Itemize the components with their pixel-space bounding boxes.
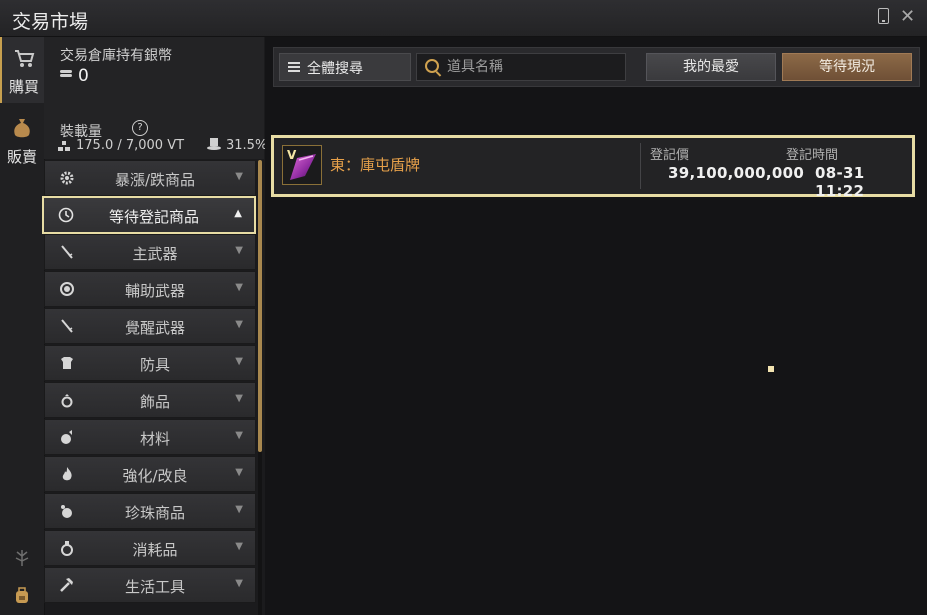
title-bar: 交易市場 ✕ bbox=[0, 0, 927, 37]
time-header: 登記時間 bbox=[786, 148, 839, 163]
ring-icon bbox=[61, 394, 73, 408]
window-title: 交易市場 bbox=[12, 11, 89, 33]
chevron-down-icon: ▼ bbox=[235, 356, 243, 367]
tab-buy[interactable]: 購買 bbox=[0, 37, 46, 103]
weight-stack-icon bbox=[207, 138, 221, 150]
flame-icon bbox=[62, 467, 72, 481]
tab-sell[interactable]: 販賣 bbox=[0, 107, 44, 173]
phone-icon[interactable] bbox=[878, 8, 889, 24]
category-pearl-items[interactable]: 珍珠商品 ▼ bbox=[44, 493, 256, 529]
category-label: 輔助武器 bbox=[124, 282, 185, 300]
chevron-up-icon: ▲ bbox=[234, 208, 242, 219]
close-icon[interactable]: ✕ bbox=[900, 6, 915, 27]
category-accessory[interactable]: 飾品 ▼ bbox=[44, 382, 256, 418]
tree-icon[interactable] bbox=[12, 548, 32, 568]
silver-value: 0 bbox=[78, 66, 89, 86]
backpack-icon[interactable] bbox=[12, 585, 32, 605]
sword-icon bbox=[61, 319, 73, 333]
category-armor[interactable]: 防具 ▼ bbox=[44, 345, 256, 381]
category-label: 飾品 bbox=[139, 393, 170, 411]
main-panel: 全體搜尋 我的最愛 等待現況 V 東：庫屯盾牌 登記價 39,100,000 bbox=[265, 37, 927, 615]
material-icon bbox=[61, 430, 72, 444]
favorites-button[interactable]: 我的最愛 bbox=[646, 53, 776, 81]
chevron-down-icon: ▼ bbox=[235, 541, 243, 552]
time-value: 08-31 11:22 bbox=[815, 164, 865, 200]
category-hot-items[interactable]: 暴漲/跌商品 ▼ bbox=[44, 160, 256, 196]
tab-buy-label: 購買 bbox=[8, 78, 39, 96]
category-label: 防具 bbox=[139, 356, 170, 374]
coins-icon bbox=[60, 70, 72, 80]
chevron-down-icon: ▼ bbox=[235, 171, 243, 182]
weight-percent: 31.5% bbox=[226, 138, 268, 153]
item-icon-slot[interactable]: V bbox=[282, 145, 322, 185]
item-name-search[interactable] bbox=[416, 53, 626, 81]
search-icon bbox=[425, 59, 439, 73]
category-label: 珍珠商品 bbox=[124, 504, 185, 522]
category-label: 主武器 bbox=[132, 245, 178, 263]
orb-icon bbox=[60, 282, 74, 296]
price-value: 39,100,000,000 bbox=[668, 164, 805, 182]
category-main-weapon[interactable]: 主武器 ▼ bbox=[44, 234, 256, 270]
gear-icon bbox=[60, 171, 74, 185]
listing-row[interactable]: V 東：庫屯盾牌 登記價 39,100,000,000 登記時間 08-31 1… bbox=[271, 135, 915, 200]
category-label: 覺醒武器 bbox=[124, 319, 185, 337]
enhance-level-badge: V bbox=[287, 148, 297, 162]
category-material[interactable]: 材料 ▼ bbox=[44, 419, 256, 455]
tab-sell-label: 販賣 bbox=[6, 148, 37, 166]
chevron-down-icon: ▼ bbox=[235, 282, 243, 293]
potion-icon bbox=[61, 541, 73, 556]
category-label: 材料 bbox=[139, 430, 170, 448]
left-nav: 購買 販賣 bbox=[0, 37, 46, 615]
search-all-button[interactable]: 全體搜尋 bbox=[279, 53, 411, 81]
category-label: 生活工具 bbox=[124, 578, 185, 596]
category-enhancement[interactable]: 強化/改良 ▼ bbox=[44, 456, 256, 492]
chevron-down-icon: ▼ bbox=[235, 467, 243, 478]
silver-label: 交易倉庫持有銀幣 bbox=[60, 48, 172, 64]
category-life-tools[interactable]: 生活工具 ▼ bbox=[44, 567, 256, 603]
cart-icon bbox=[15, 50, 35, 67]
warehouse-info: 交易倉庫持有銀幣 0 裝載量 ? 175.0 / 7,000 VT 31.5% bbox=[44, 37, 268, 159]
category-label: 強化/改良 bbox=[122, 467, 188, 485]
waiting-status-button[interactable]: 等待現況 bbox=[782, 53, 912, 81]
pearl-icon bbox=[61, 505, 72, 518]
weight-value: 175.0 / 7,000 VT bbox=[76, 138, 185, 153]
category-sub-weapon[interactable]: 輔助武器 ▼ bbox=[44, 271, 256, 307]
item-name-input[interactable] bbox=[447, 54, 617, 80]
chevron-down-icon: ▼ bbox=[235, 430, 243, 441]
price-header: 登記價 bbox=[650, 148, 690, 163]
category-pending-registration[interactable]: 等待登記商品 ▲ bbox=[42, 196, 256, 234]
category-label: 暴漲/跌商品 bbox=[114, 171, 196, 189]
list-icon bbox=[288, 62, 300, 72]
divider bbox=[640, 143, 641, 189]
chevron-down-icon: ▼ bbox=[235, 245, 243, 256]
hammer-icon bbox=[60, 578, 73, 592]
item-name: 東：庫屯盾牌 bbox=[330, 156, 421, 174]
cursor-marker bbox=[768, 366, 774, 372]
chevron-down-icon: ▼ bbox=[235, 504, 243, 515]
search-bar: 全體搜尋 我的最愛 等待現況 bbox=[273, 47, 920, 87]
chevron-down-icon: ▼ bbox=[235, 319, 243, 330]
category-label: 等待登記商品 bbox=[108, 208, 199, 226]
help-icon[interactable]: ? bbox=[132, 120, 148, 136]
sword-icon bbox=[61, 245, 73, 259]
money-bag-icon bbox=[14, 119, 30, 138]
weight-icon bbox=[58, 141, 70, 151]
category-label: 消耗品 bbox=[132, 541, 178, 559]
category-awakening-weapon[interactable]: 覺醒武器 ▼ bbox=[44, 308, 256, 344]
category-consumables[interactable]: 消耗品 ▼ bbox=[44, 530, 256, 566]
chevron-down-icon: ▼ bbox=[235, 578, 243, 589]
armor-icon bbox=[61, 357, 73, 369]
search-all-label: 全體搜尋 bbox=[307, 61, 363, 77]
category-scrollbar-thumb[interactable] bbox=[258, 160, 262, 452]
clock-icon bbox=[58, 207, 74, 223]
chevron-down-icon: ▼ bbox=[235, 393, 243, 404]
